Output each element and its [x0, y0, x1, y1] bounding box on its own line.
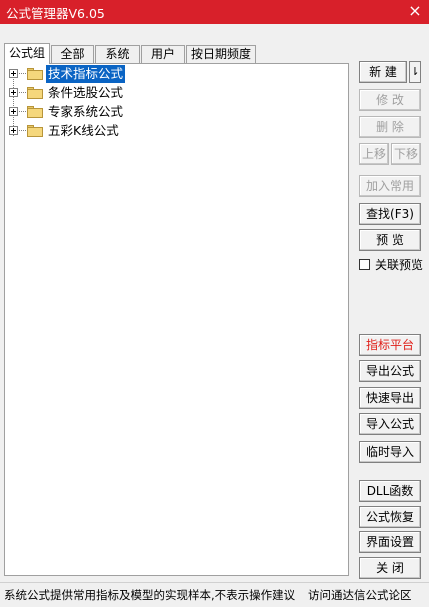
restore-formula-button[interactable]: 公式恢复 — [359, 506, 421, 528]
new-button[interactable]: 新 建 — [359, 61, 407, 83]
expand-icon[interactable] — [9, 126, 18, 135]
new-dropdown-icon[interactable]: ⇂ — [409, 61, 421, 83]
close-button[interactable]: 关 闭 — [359, 557, 421, 579]
tab-system[interactable]: 系统 — [95, 45, 140, 64]
move-down-button[interactable]: 下移 — [391, 143, 421, 165]
expand-icon[interactable] — [9, 69, 18, 78]
tree-dots — [19, 73, 26, 74]
status-text: 系统公式提供常用指标及模型的实现样本,不表示操作建议 — [4, 588, 296, 602]
expand-icon[interactable] — [9, 88, 18, 97]
preview-button[interactable]: 预 览 — [359, 229, 421, 251]
tab-all[interactable]: 全部 — [51, 45, 94, 64]
close-icon[interactable]: × — [405, 1, 425, 21]
add-common-button[interactable]: 加入常用 — [359, 175, 421, 197]
folder-icon — [27, 125, 43, 137]
tree-dots — [19, 130, 26, 131]
status-bar: 系统公式提供常用指标及模型的实现样本,不表示操作建议 访问通达信公式论区 — [0, 582, 429, 607]
formula-tree[interactable]: 技术指标公式 条件选股公式 专家系统公式 五彩K线公式 — [4, 63, 349, 576]
move-up-button[interactable]: 上移 — [359, 143, 389, 165]
tree-dots — [19, 111, 26, 112]
window-title: 公式管理器V6.05 — [6, 6, 105, 21]
folder-icon — [27, 68, 43, 80]
tab-user[interactable]: 用户 — [141, 45, 185, 64]
ui-settings-button[interactable]: 界面设置 — [359, 531, 421, 553]
tab-by-date-frequency[interactable]: 按日期频度 — [186, 45, 256, 64]
import-formula-button[interactable]: 导入公式 — [359, 413, 421, 435]
forum-link[interactable]: 访问通达信公式论区 — [308, 587, 412, 603]
tree-item-label: 专家系统公式 — [48, 104, 124, 119]
folder-icon — [27, 87, 43, 99]
delete-button[interactable]: 删 除 — [359, 116, 421, 138]
link-preview-label: 关联预览 — [375, 258, 424, 272]
temp-import-button[interactable]: 临时导入 — [359, 441, 421, 463]
tree-item-label: 技术指标公式 — [46, 65, 126, 83]
export-formula-button[interactable]: 导出公式 — [359, 360, 421, 382]
tree-item-label: 条件选股公式 — [48, 85, 124, 100]
quick-export-button[interactable]: 快速导出 — [359, 387, 421, 409]
link-preview-checkbox[interactable] — [359, 259, 370, 270]
dll-function-button[interactable]: DLL函数 — [359, 480, 421, 502]
folder-icon — [27, 106, 43, 118]
modify-button[interactable]: 修 改 — [359, 89, 421, 111]
indicator-platform-button[interactable]: 指标平台 — [359, 334, 421, 356]
find-button[interactable]: 查找(F3) — [359, 203, 421, 225]
tree-dots — [19, 92, 26, 93]
tab-formula-group[interactable]: 公式组 — [4, 43, 50, 64]
title-bar: 公式管理器V6.05 × — [0, 0, 429, 24]
expand-icon[interactable] — [9, 107, 18, 116]
tree-item-label: 五彩K线公式 — [48, 123, 119, 138]
